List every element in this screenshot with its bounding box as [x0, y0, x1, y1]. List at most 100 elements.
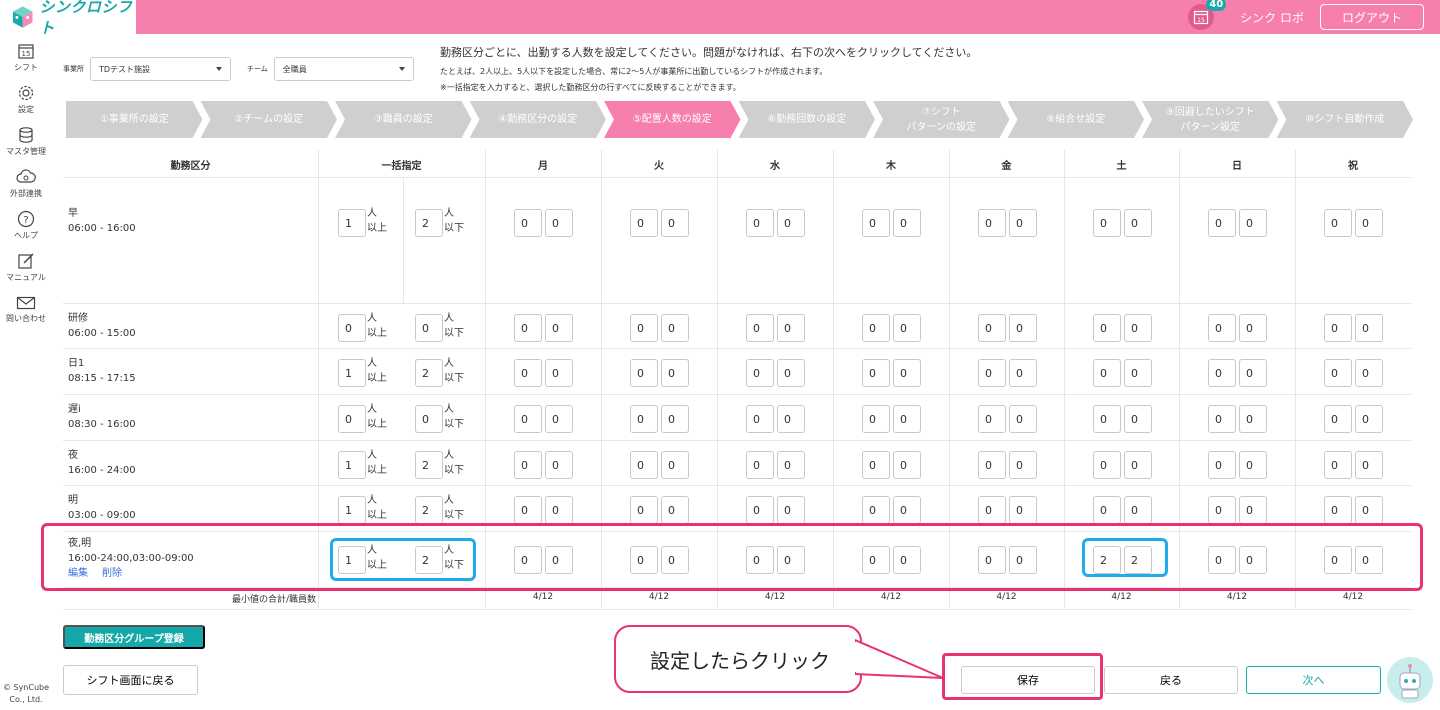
day-max-input[interactable]: 0	[893, 405, 921, 433]
day-min-input[interactable]: 0	[630, 314, 658, 342]
day-max-input[interactable]: 0	[1239, 451, 1267, 479]
notification-calendar-button[interactable]: 15 40	[1188, 0, 1227, 30]
day-max-input[interactable]: 0	[1009, 314, 1037, 342]
day-max-input[interactable]: 0	[661, 359, 689, 387]
day-min-input[interactable]: 0	[630, 359, 658, 387]
wizard-step[interactable]: ⑩シフト自動作成	[1277, 101, 1414, 138]
day-min-input[interactable]: 0	[1324, 209, 1352, 237]
sidebar-item-manual[interactable]: マニュアル	[0, 246, 52, 288]
bulk-min-input[interactable]: 0	[338, 405, 366, 433]
wizard-step[interactable]: ⑦シフト パターンの設定	[873, 101, 1010, 138]
day-min-input[interactable]: 0	[978, 209, 1006, 237]
save-button[interactable]: 保存	[961, 666, 1095, 694]
day-max-input[interactable]: 0	[1239, 359, 1267, 387]
day-min-input[interactable]: 0	[1093, 496, 1121, 524]
day-min-input[interactable]: 0	[1093, 359, 1121, 387]
day-max-input[interactable]: 0	[1009, 359, 1037, 387]
day-max-input[interactable]: 0	[545, 496, 573, 524]
bulk-min-input[interactable]: 1	[338, 359, 366, 387]
shift-group-register-button[interactable]: 勤務区分グループ登録	[63, 625, 205, 649]
day-max-input[interactable]: 0	[1239, 405, 1267, 433]
chatbot-avatar[interactable]	[1387, 657, 1433, 703]
day-max-input[interactable]: 0	[1355, 314, 1383, 342]
day-min-input[interactable]: 0	[514, 209, 542, 237]
wizard-step[interactable]: ⑨回避したいシフト パターン設定	[1142, 101, 1279, 138]
day-max-input[interactable]: 0	[545, 451, 573, 479]
day-max-input[interactable]: 0	[1124, 209, 1152, 237]
bulk-min-input[interactable]: 1	[338, 451, 366, 479]
day-min-input[interactable]: 0	[630, 496, 658, 524]
day-min-input[interactable]: 0	[630, 209, 658, 237]
day-max-input[interactable]: 0	[661, 451, 689, 479]
day-max-input[interactable]: 0	[777, 496, 805, 524]
day-max-input[interactable]: 0	[893, 209, 921, 237]
day-max-input[interactable]: 0	[1355, 359, 1383, 387]
day-min-input[interactable]: 0	[746, 405, 774, 433]
day-min-input[interactable]: 0	[630, 405, 658, 433]
bulk-min-input[interactable]: 1	[338, 209, 366, 237]
bulk-max-input[interactable]: 2	[415, 209, 443, 237]
sidebar-item-help[interactable]: ? ヘルプ	[0, 204, 52, 246]
day-max-input[interactable]: 0	[1009, 496, 1037, 524]
day-min-input[interactable]: 0	[978, 496, 1006, 524]
logout-button[interactable]: ログアウト	[1320, 4, 1424, 30]
bulk-max-input[interactable]: 2	[415, 451, 443, 479]
wizard-step[interactable]: ⑥勤務回数の設定	[739, 101, 876, 138]
day-max-input[interactable]: 0	[1009, 209, 1037, 237]
day-min-input[interactable]: 0	[1093, 314, 1121, 342]
day-max-input[interactable]: 0	[545, 314, 573, 342]
day-min-input[interactable]: 0	[1324, 314, 1352, 342]
wizard-step[interactable]: ②チームの設定	[201, 101, 338, 138]
day-max-input[interactable]: 0	[1239, 314, 1267, 342]
day-min-input[interactable]: 0	[862, 359, 890, 387]
bulk-max-input[interactable]: 2	[415, 496, 443, 524]
day-max-input[interactable]: 0	[1124, 451, 1152, 479]
day-min-input[interactable]: 0	[978, 314, 1006, 342]
day-max-input[interactable]: 0	[1355, 451, 1383, 479]
day-max-input[interactable]: 0	[777, 314, 805, 342]
day-max-input[interactable]: 0	[545, 405, 573, 433]
sidebar-item-external[interactable]: 外部連携	[0, 162, 52, 204]
app-logo[interactable]: シンクロシフト	[0, 0, 136, 37]
next-button[interactable]: 次へ	[1246, 666, 1381, 694]
wizard-step[interactable]: ③職員の設定	[335, 101, 472, 138]
wizard-step[interactable]: ④勤務区分の設定	[470, 101, 607, 138]
bulk-max-input[interactable]: 0	[415, 314, 443, 342]
day-max-input[interactable]: 0	[1124, 496, 1152, 524]
day-min-input[interactable]: 0	[978, 359, 1006, 387]
day-max-input[interactable]: 0	[1239, 209, 1267, 237]
day-max-input[interactable]: 0	[777, 405, 805, 433]
day-min-input[interactable]: 0	[1208, 405, 1236, 433]
day-min-input[interactable]: 0	[862, 209, 890, 237]
office-select[interactable]: TDテスト施設	[90, 57, 231, 81]
day-max-input[interactable]: 0	[893, 451, 921, 479]
day-max-input[interactable]: 0	[1124, 405, 1152, 433]
sidebar-item-settings[interactable]: 設定	[0, 78, 52, 120]
day-min-input[interactable]: 0	[1208, 314, 1236, 342]
sidebar-item-master[interactable]: マスタ管理	[0, 120, 52, 162]
back-to-shift-button[interactable]: シフト画面に戻る	[63, 665, 198, 695]
wizard-step[interactable]: ⑤配置人数の設定	[604, 101, 741, 138]
day-min-input[interactable]: 0	[1093, 209, 1121, 237]
day-max-input[interactable]: 0	[893, 496, 921, 524]
day-min-input[interactable]: 0	[1208, 496, 1236, 524]
day-min-input[interactable]: 0	[746, 209, 774, 237]
day-max-input[interactable]: 0	[661, 496, 689, 524]
day-min-input[interactable]: 0	[1324, 451, 1352, 479]
day-min-input[interactable]: 0	[514, 496, 542, 524]
back-button[interactable]: 戻る	[1104, 666, 1238, 694]
day-min-input[interactable]: 0	[1324, 405, 1352, 433]
day-max-input[interactable]: 0	[777, 359, 805, 387]
day-max-input[interactable]: 0	[1009, 405, 1037, 433]
day-max-input[interactable]: 0	[661, 314, 689, 342]
bulk-min-input[interactable]: 1	[338, 496, 366, 524]
day-min-input[interactable]: 0	[1208, 359, 1236, 387]
team-select[interactable]: 全職員	[273, 57, 414, 81]
day-min-input[interactable]: 0	[862, 451, 890, 479]
day-max-input[interactable]: 0	[545, 209, 573, 237]
day-max-input[interactable]: 0	[893, 359, 921, 387]
day-min-input[interactable]: 0	[514, 405, 542, 433]
day-max-input[interactable]: 0	[1355, 209, 1383, 237]
sidebar-item-shift[interactable]: 15 シフト	[0, 36, 52, 78]
day-min-input[interactable]: 0	[746, 314, 774, 342]
